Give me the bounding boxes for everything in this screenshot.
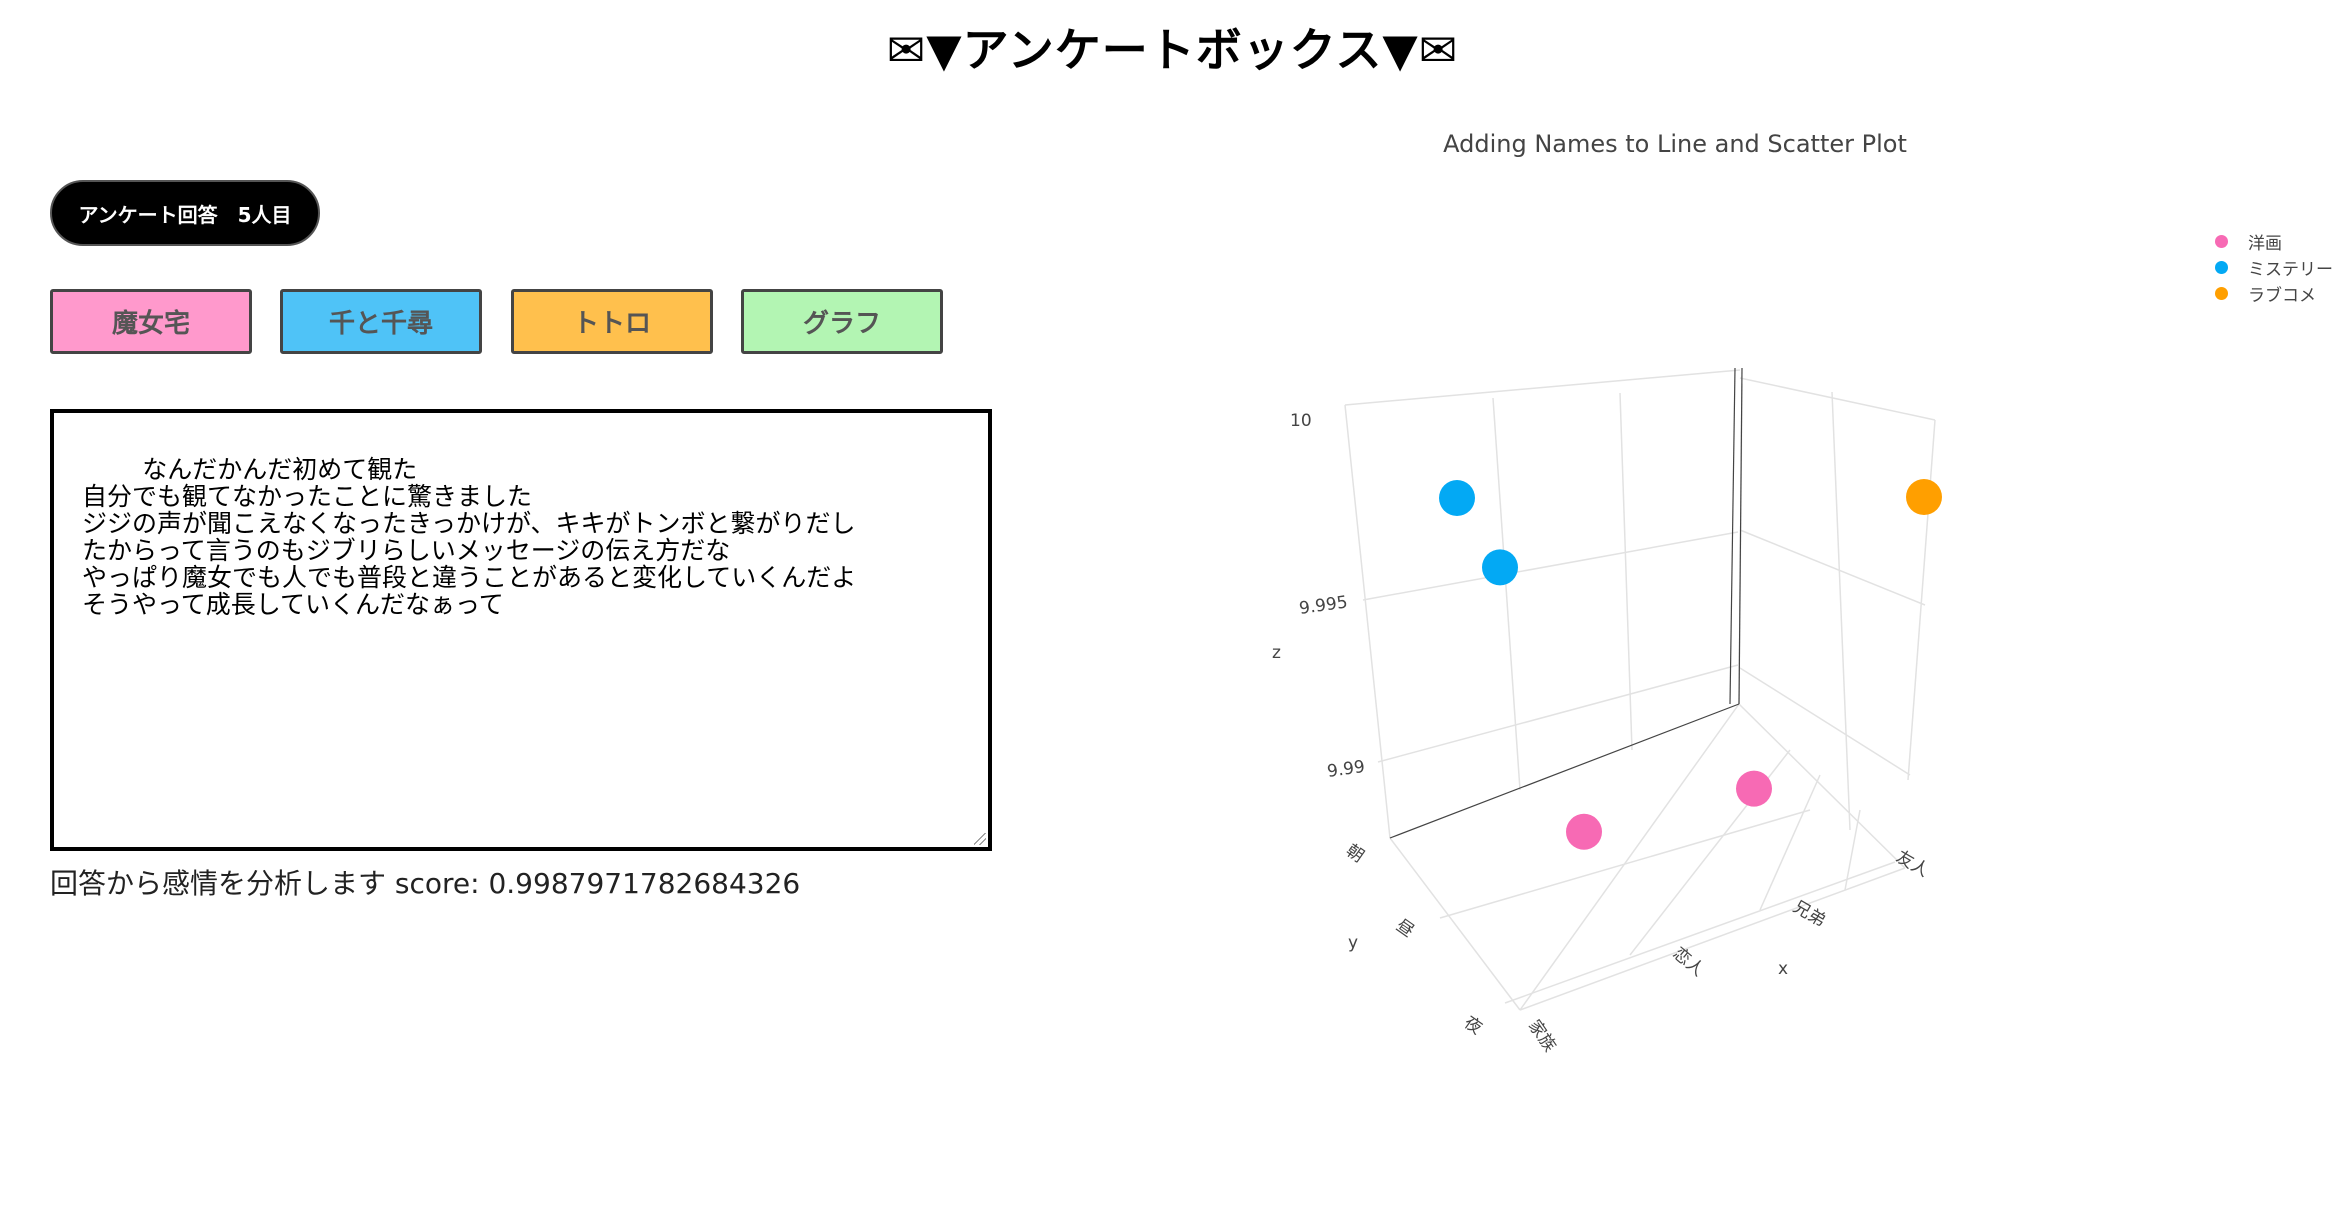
page-title: ✉▼アンケートボックス▼✉ [886,23,1459,77]
chart-title: Adding Names to Line and Scatter Plot [1443,130,1907,158]
scatter-point[interactable] [1906,479,1942,515]
resize-grip-icon[interactable] [974,833,986,845]
x-tick-label: 恋人 [1669,943,1709,981]
scatter-point[interactable] [1736,770,1772,807]
z-axis-label: z [1272,643,1281,663]
legend-label: ラブコメ [2248,285,2316,306]
respondent-count-badge: アンケート回答 5人目 [50,180,320,246]
z-tick-label: 9.995 [1298,592,1349,619]
answer-textarea[interactable]: なんだかんだ初めて観た 自分でも観てなかったことに驚きました ジジの声が聞こえな… [50,409,992,851]
x-tick-label: 兄弟 [1790,897,1829,931]
legend-marker-icon [2215,260,2228,274]
sentiment-score-text: 回答から感情を分析します score: 0.9987971782684326 [50,867,801,900]
x-axis-label: x [1778,959,1788,979]
legend-item[interactable]: ラブコメ [2215,280,2333,306]
legend-marker-icon [2215,234,2228,248]
graph-button[interactable]: グラフ [741,289,943,354]
plot-grid [1344,369,1936,1011]
data-points [1439,479,1942,850]
scatter-point[interactable] [1566,813,1602,850]
x-tick-label: 友人 [1893,847,1932,881]
spirited-away-button[interactable]: 千と千尋 [280,289,482,354]
scatter-point[interactable] [1439,480,1475,516]
legend-label: 洋画 [2248,233,2282,254]
legend-label: ミステリー [2248,259,2333,280]
kiki-button[interactable]: 魔女宅 [50,289,252,354]
chart-legend: 洋画 ミステリー ラブコメ [2215,228,2333,306]
y-axis-label: y [1348,933,1358,953]
x-tick-label: 家族 [1524,1016,1560,1055]
z-tick-label: 9.99 [1326,757,1366,782]
legend-marker-icon [2215,286,2228,300]
y-tick-label: 昼 [1392,916,1417,942]
y-tick-label: 朝 [1342,841,1367,867]
y-tick-label: 夜 [1460,1013,1485,1039]
plot-axes [1389,367,1743,839]
totoro-button[interactable]: トトロ [511,289,713,354]
answer-text: なんだかんだ初めて観た 自分でも観てなかったことに驚きました ジジの声が聞こえな… [82,455,857,619]
page: ✉▼アンケートボックス▼✉ アンケート回答 5人目 魔女宅 千と千尋 トトロ グ… [0,0,2345,1207]
z-tick-label: 10 [1290,411,1312,431]
legend-item[interactable]: ミステリー [2215,254,2333,280]
scatter-point[interactable] [1482,549,1518,586]
legend-item[interactable]: 洋画 [2215,228,2333,254]
